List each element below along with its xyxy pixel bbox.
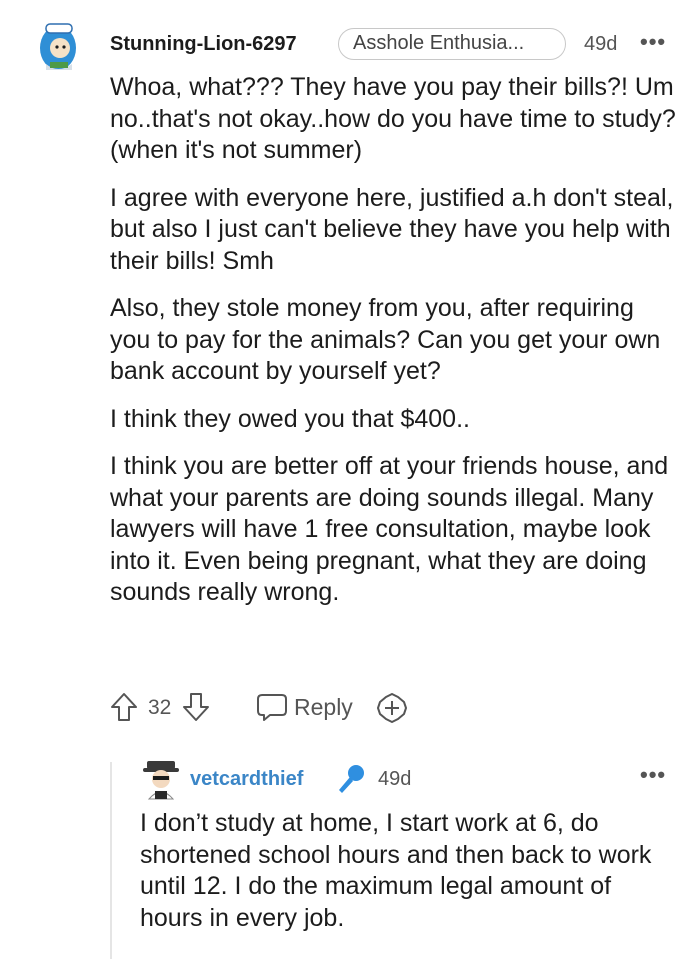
comment-actions: 32 Reply	[108, 688, 438, 728]
downvote-icon[interactable]	[182, 692, 210, 727]
comment-paragraph: Whoa, what??? They have you pay their bi…	[110, 73, 676, 164]
comment-timestamp: 49d	[584, 33, 618, 55]
comment-paragraph: I think you are better off at your frien…	[110, 452, 669, 606]
user-avatar[interactable]	[36, 18, 82, 76]
thread-line[interactable]	[110, 762, 112, 959]
user-flair: Asshole Enthusia...	[338, 28, 566, 60]
reply-icon[interactable]	[256, 692, 288, 727]
reply-username[interactable]: vetcardthief	[190, 768, 303, 791]
comment-paragraph: Also, they stole money from you, after r…	[110, 294, 661, 385]
vote-count: 32	[148, 696, 172, 719]
reply-body: I don’t study at home, I start work at 6…	[140, 809, 652, 932]
reply-timestamp: 49d	[378, 768, 412, 790]
microphone-icon	[333, 762, 367, 801]
reply-more-options-icon[interactable]: •••	[640, 762, 666, 788]
award-icon[interactable]	[376, 692, 408, 729]
comment-paragraph: I think they owed you that $400..	[110, 404, 470, 433]
comment-username[interactable]: Stunning-Lion-6297	[110, 33, 297, 56]
reply-user-avatar[interactable]	[141, 757, 181, 801]
reply-button[interactable]: Reply	[294, 694, 353, 721]
comment-body: Whoa, what??? They have you pay their bi…	[110, 72, 680, 625]
comment-paragraph: I agree with everyone here, justified a.…	[110, 183, 674, 275]
upvote-icon[interactable]	[110, 692, 138, 727]
more-options-icon[interactable]: •••	[640, 29, 666, 55]
